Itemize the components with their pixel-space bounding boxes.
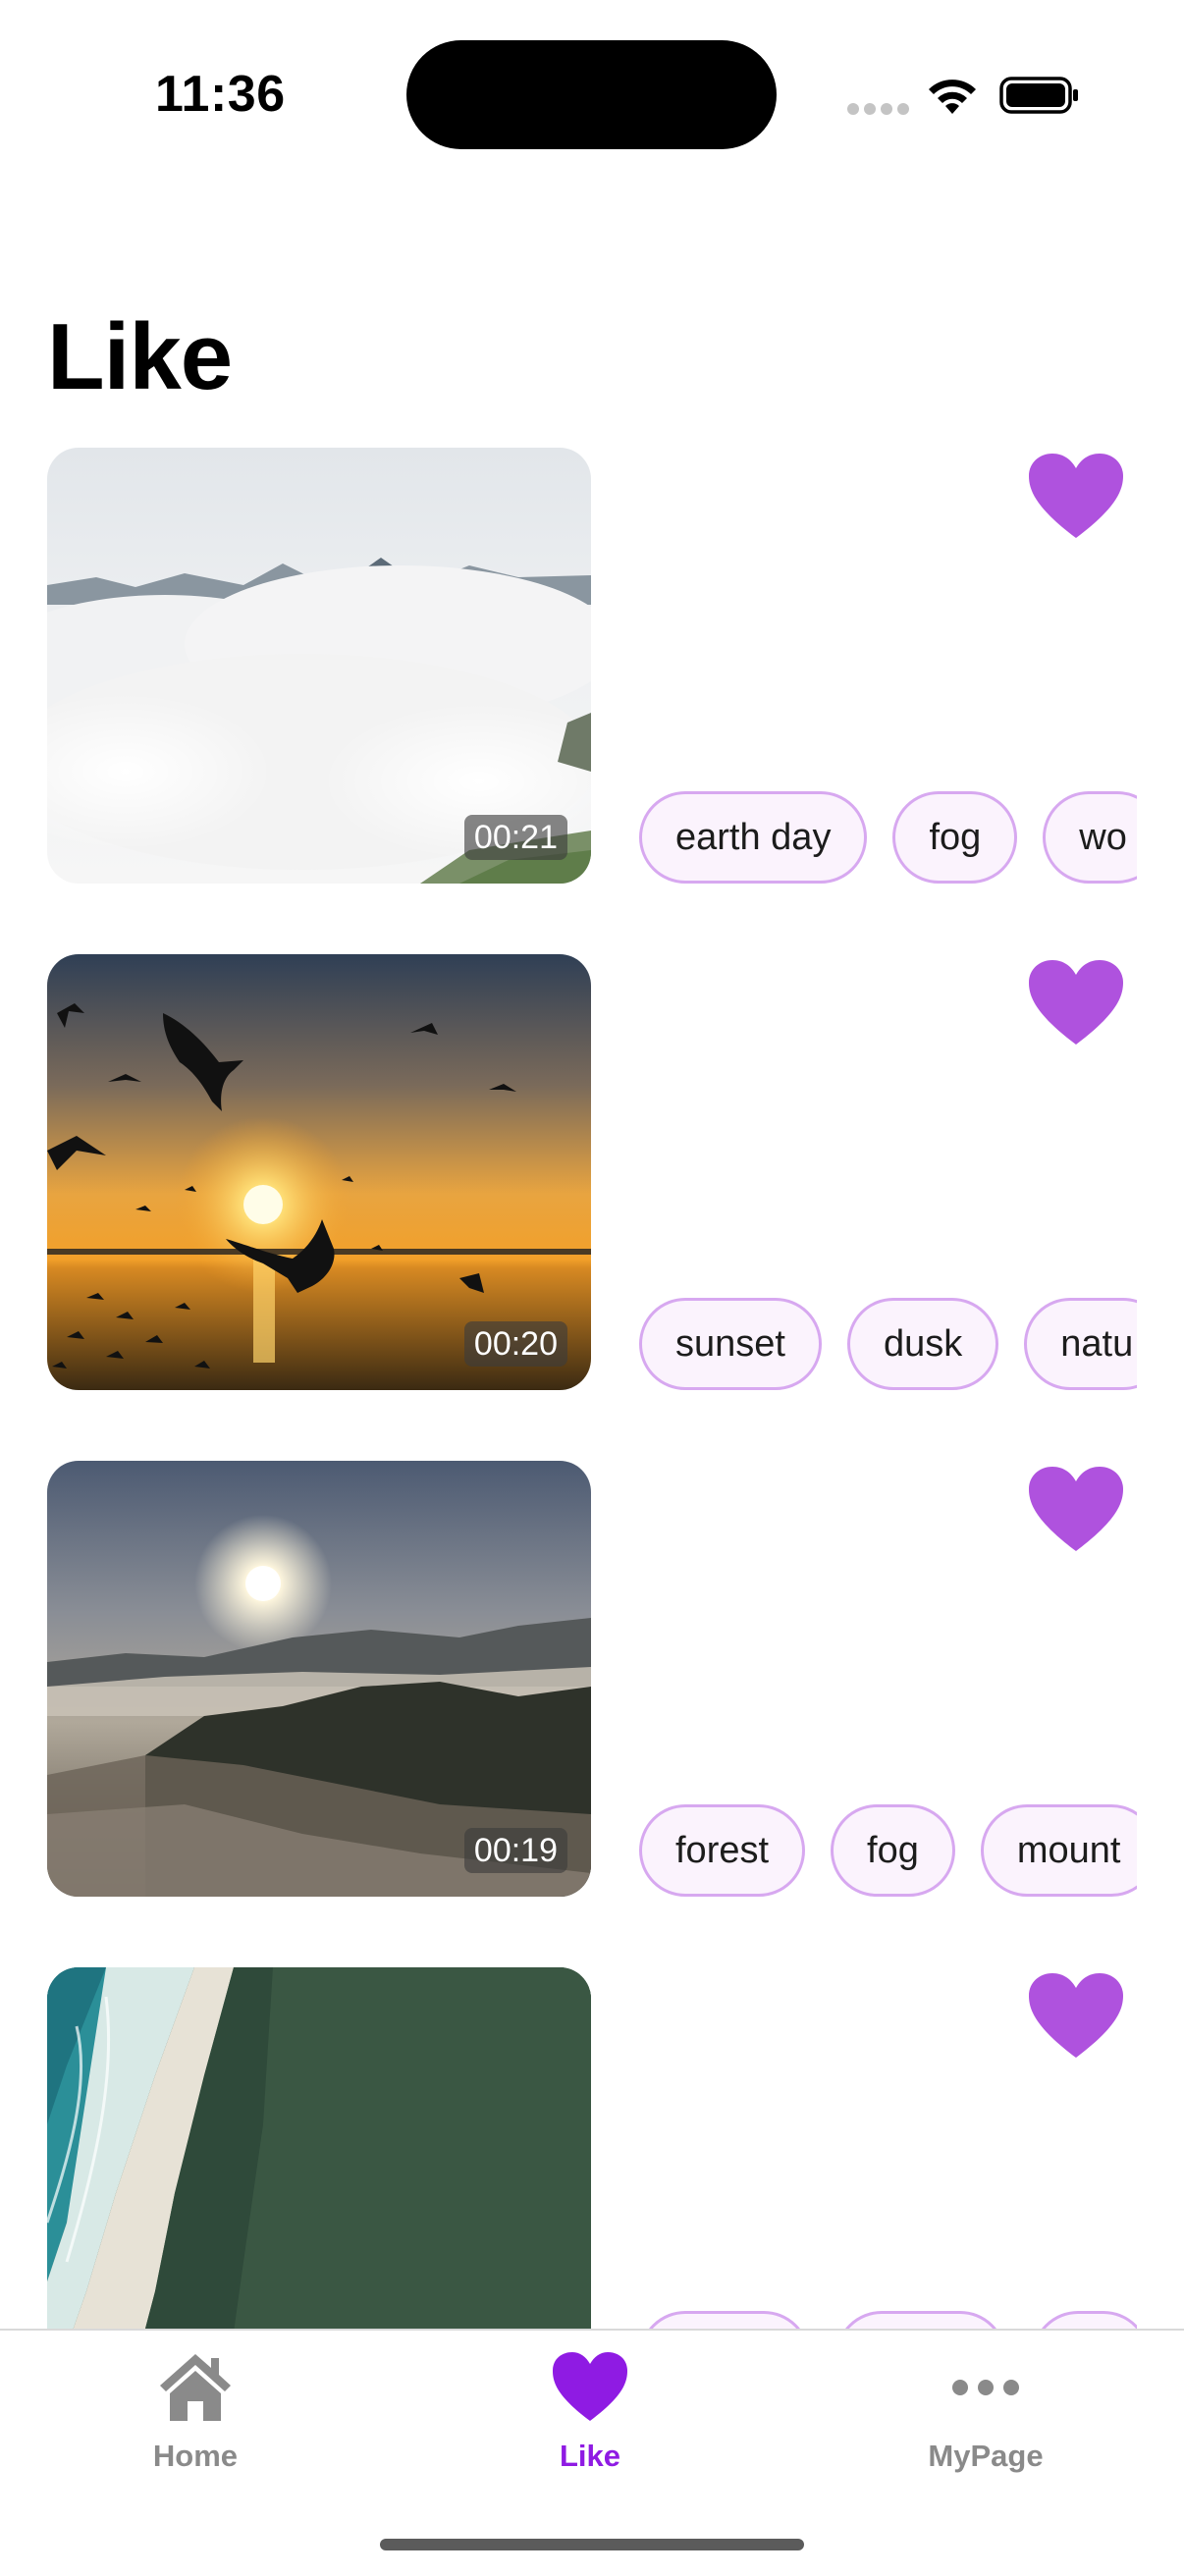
- heart-icon[interactable]: [1027, 958, 1125, 1046]
- tag-chip[interactable]: natu: [1024, 1298, 1137, 1390]
- heart-icon: [553, 2352, 627, 2421]
- battery-icon: [999, 77, 1078, 114]
- tab-mypage[interactable]: MyPage: [868, 2331, 1103, 2488]
- dynamic-island: [406, 40, 777, 149]
- more-dots-icon: [952, 2380, 1019, 2395]
- tab-like[interactable]: Like: [472, 2331, 708, 2488]
- tag-chip[interactable]: wo: [1043, 791, 1137, 884]
- heart-icon[interactable]: [1027, 1465, 1125, 1553]
- tag-chip[interactable]: mount: [980, 1804, 1137, 1897]
- tag-chip[interactable]: sunset: [639, 1298, 822, 1390]
- list-item[interactable]: 00:19 forest fog mount: [0, 1461, 1184, 1897]
- video-thumbnail[interactable]: [47, 1967, 591, 2329]
- tag-list[interactable]: [639, 2311, 1137, 2329]
- tag-chip[interactable]: [835, 2311, 1006, 2329]
- tab-label: Home: [152, 2439, 239, 2473]
- tag-chip[interactable]: dusk: [846, 1298, 999, 1390]
- duration-badge: 00:19: [463, 1828, 567, 1873]
- status-time: 11:36: [155, 66, 286, 123]
- video-thumbnail[interactable]: 00:19: [47, 1461, 591, 1897]
- tag-chip[interactable]: [639, 2311, 810, 2329]
- video-thumbnail[interactable]: 00:21: [47, 448, 591, 884]
- duration-badge: 00:21: [463, 815, 567, 860]
- duration-badge: 00:20: [463, 1321, 567, 1367]
- tag-list[interactable]: earth day fog wo: [639, 791, 1137, 884]
- tag-chip[interactable]: forest: [639, 1804, 806, 1897]
- heart-icon[interactable]: [1027, 1971, 1125, 2060]
- house-icon: [160, 2354, 231, 2421]
- list-item[interactable]: 00:20 sunset dusk natu: [0, 954, 1184, 1390]
- video-thumbnail[interactable]: 00:20: [47, 954, 591, 1390]
- liked-videos-list[interactable]: 00:21 earth day fog wo 00:20 sunset dusk…: [0, 448, 1184, 2329]
- wifi-icon: [929, 80, 976, 114]
- tab-label: MyPage: [928, 2439, 1044, 2473]
- tab-home[interactable]: Home: [78, 2331, 313, 2488]
- tag-chip[interactable]: [1032, 2311, 1137, 2329]
- tag-list[interactable]: sunset dusk natu: [639, 1298, 1137, 1390]
- list-item[interactable]: 00:21 earth day fog wo: [0, 448, 1184, 884]
- heart-icon[interactable]: [1027, 452, 1125, 540]
- home-indicator: [380, 2539, 804, 2550]
- tag-chip[interactable]: fog: [892, 791, 1018, 884]
- tag-chip[interactable]: fog: [831, 1804, 955, 1897]
- cellular-signal-icon: [847, 103, 909, 115]
- tag-list[interactable]: forest fog mount: [639, 1804, 1137, 1897]
- tab-label: Like: [559, 2439, 621, 2473]
- status-bar: 11:36: [0, 0, 1184, 187]
- page-title: Like: [47, 304, 233, 409]
- list-item[interactable]: [0, 1967, 1184, 2329]
- tag-chip[interactable]: earth day: [639, 791, 868, 884]
